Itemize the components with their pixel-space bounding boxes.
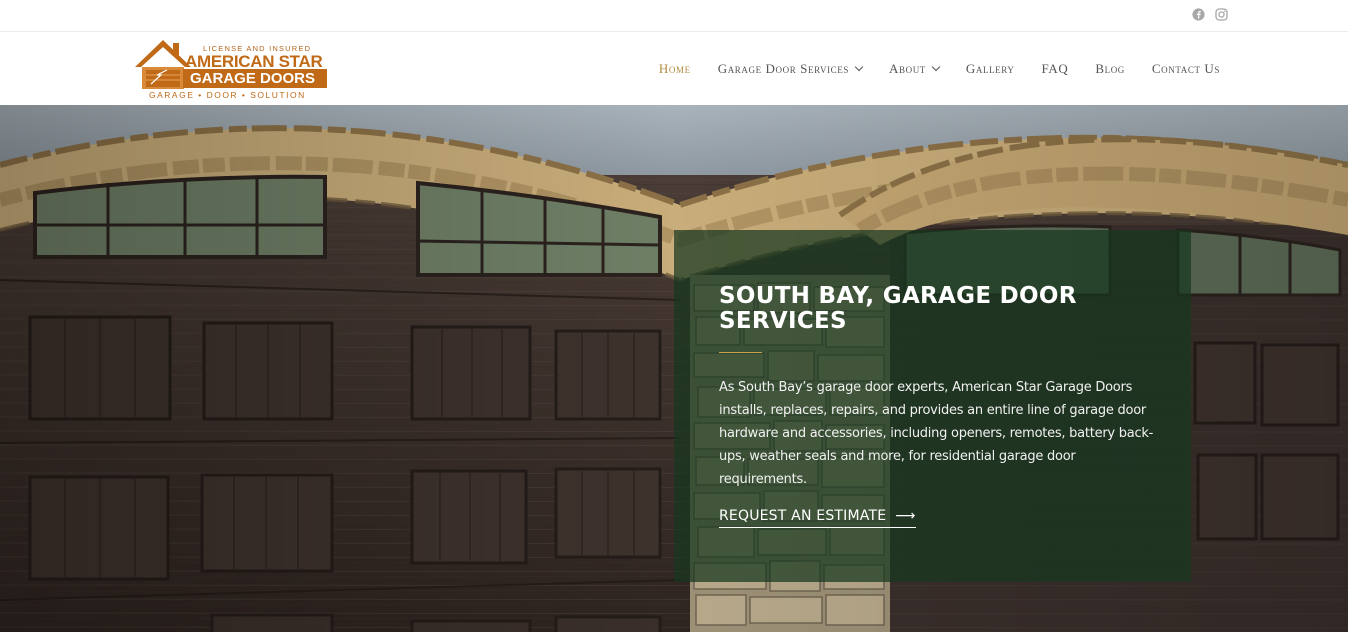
nav-blog[interactable]: Blog	[1095, 61, 1125, 77]
nav-about[interactable]: About	[889, 61, 941, 77]
nav-gallery[interactable]: Gallery	[966, 61, 1015, 77]
nav-home[interactable]: Home	[659, 61, 691, 77]
arrow-right-icon: ⟶	[895, 508, 916, 524]
chevron-down-icon	[854, 62, 864, 72]
social-links	[1192, 8, 1228, 21]
logo-tagline-bottom: Garage • Door • Solution	[149, 90, 306, 100]
hero-section: SOUTH BAY, GARAGE DOOR SERVICES As South…	[0, 105, 1348, 632]
request-estimate-button[interactable]: REQUEST AN ESTIMATE ⟶	[719, 508, 916, 528]
hero-title: SOUTH BAY, GARAGE DOOR SERVICES	[719, 283, 1077, 334]
logo-brand-line2: GARAGE DOORS	[190, 70, 316, 87]
main-nav: Home Garage Door Services About Gallery …	[632, 33, 1220, 105]
nav-faq-label: FAQ	[1041, 61, 1069, 76]
nav-gallery-label: Gallery	[965, 61, 1015, 76]
facebook-icon[interactable]	[1192, 8, 1205, 21]
nav-blog-label: Blog	[1095, 61, 1125, 76]
chevron-down-icon	[931, 62, 941, 72]
hero-description: As South Bay’s garage door experts, Amer…	[719, 380, 1154, 487]
nav-contact-us[interactable]: Contact Us	[1152, 61, 1220, 77]
nav-faq[interactable]: FAQ	[1041, 61, 1068, 77]
nav-contact-us-label: Contact Us	[1151, 61, 1220, 76]
nav-home-label: Home	[658, 61, 691, 76]
top-bar	[0, 0, 1348, 32]
hero-info-panel: SOUTH BAY, GARAGE DOOR SERVICES As South…	[674, 230, 1191, 582]
nav-about-label: About	[889, 61, 926, 76]
title-divider	[719, 352, 762, 353]
request-estimate-label: REQUEST AN ESTIMATE	[719, 508, 887, 524]
site-logo[interactable]: License and Insured AMERICAN STAR GARAGE…	[133, 37, 329, 101]
site-header: License and Insured AMERICAN STAR GARAGE…	[0, 33, 1348, 105]
nav-garage-door-services-label: Garage Door Services	[717, 61, 849, 76]
instagram-icon[interactable]	[1215, 8, 1228, 21]
nav-garage-door-services[interactable]: Garage Door Services	[717, 61, 864, 77]
